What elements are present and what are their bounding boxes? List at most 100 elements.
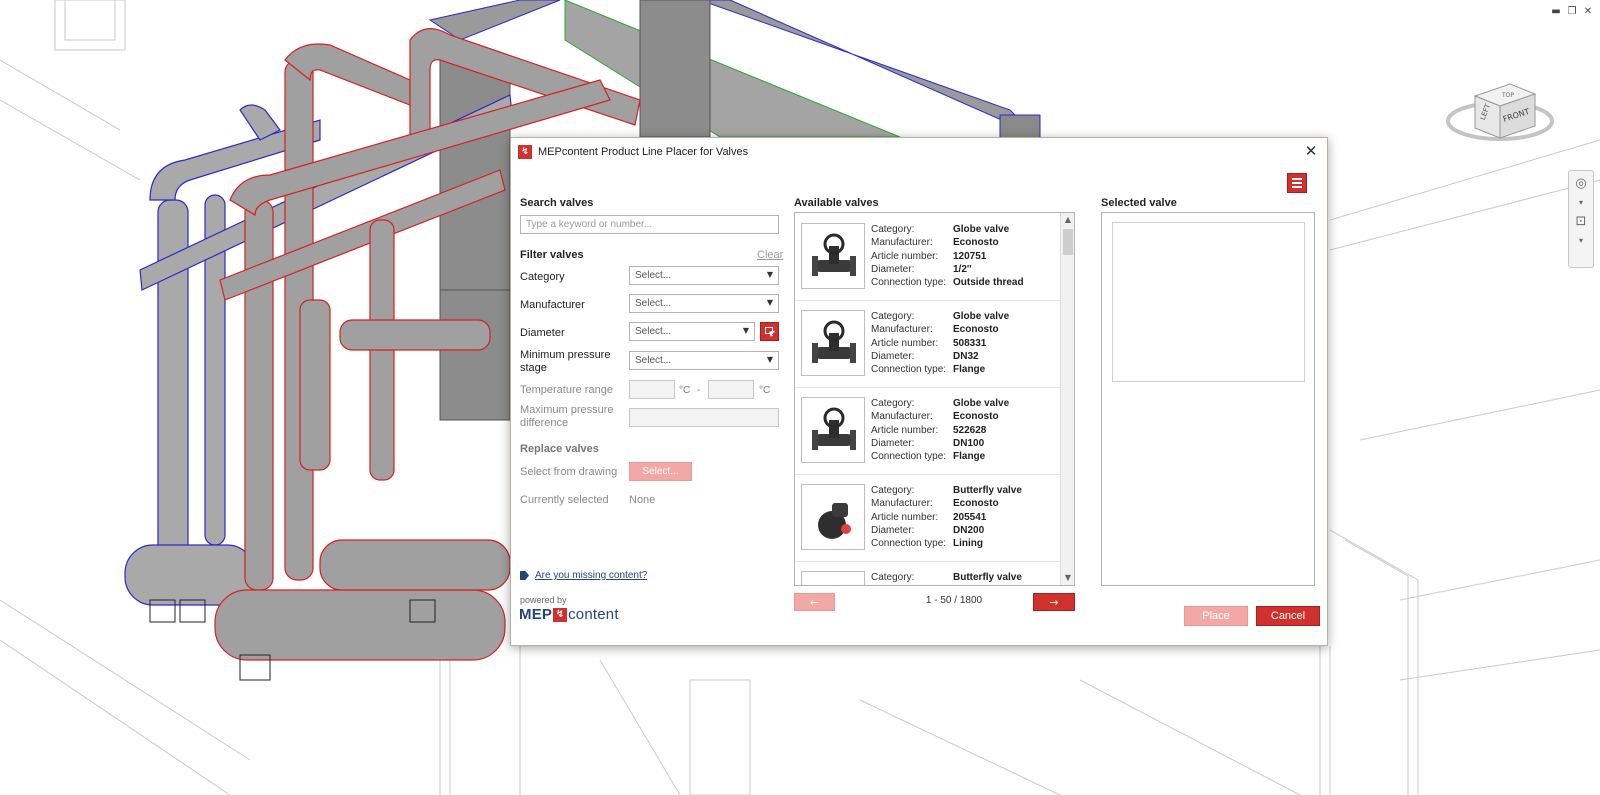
valve-diameter-row: Diameter: DN32 bbox=[871, 350, 1009, 363]
selected-valve-panel bbox=[1101, 212, 1315, 586]
valve-field-label: Diameter: bbox=[871, 437, 915, 449]
category-select[interactable]: Select... ▼ bbox=[629, 266, 779, 285]
list-scrollbar[interactable]: ▲ ▼ bbox=[1060, 213, 1074, 585]
temperature-label: Temperature range bbox=[520, 384, 613, 396]
temperature-min-input[interactable] bbox=[629, 380, 675, 399]
valve-list-item[interactable]: Category: Globe valve Manufacturer: Econos… bbox=[795, 387, 1061, 475]
selected-valve-heading: Selected valve bbox=[1101, 197, 1177, 209]
valve-icon bbox=[812, 407, 856, 450]
mepcontent-logo: MEP ↯ content bbox=[519, 606, 619, 623]
valve-field-label: Category: bbox=[871, 485, 915, 496]
valve-category-row: Category: Butterfly valve bbox=[871, 571, 1022, 584]
valve-field-label: Manufacturer: bbox=[871, 411, 933, 423]
max-pressure-input[interactable] bbox=[629, 408, 779, 427]
valve-icon bbox=[812, 233, 856, 276]
valve-diameter: 1/2'' bbox=[953, 263, 972, 275]
valve-category: Globe valve bbox=[953, 224, 1010, 235]
valve-article-row: Article number: 522628 bbox=[871, 424, 1009, 437]
max-pressure-label: Maximum pressure difference bbox=[520, 404, 614, 430]
valve-field-label: Article number: bbox=[871, 424, 939, 436]
hamburger-icon bbox=[1292, 178, 1302, 180]
valve-category-row: Category: Globe valve bbox=[871, 223, 1024, 236]
steering-wheel-icon[interactable]: ◎ bbox=[1569, 171, 1593, 195]
valve-field-label: Connection type: bbox=[871, 538, 947, 550]
pagination-text: 1 - 50 / 1800 bbox=[925, 595, 983, 606]
scroll-up-icon[interactable]: ▲ bbox=[1061, 213, 1074, 227]
previous-page-button[interactable]: ← bbox=[794, 593, 835, 611]
close-button[interactable]: ✕ bbox=[1301, 141, 1321, 161]
valve-field-label: Diameter: bbox=[871, 524, 915, 536]
valve-diameter: DN100 bbox=[953, 437, 985, 449]
search-heading: Search valves bbox=[520, 197, 594, 209]
chevron-down-icon: ▼ bbox=[766, 298, 773, 307]
valve-properties: Category: Butterfly valve Manufacturer: Ec… bbox=[871, 484, 1022, 550]
valve-connection-row: Connection type: Outside thread bbox=[871, 276, 1024, 289]
valve-field-label: Manufacturer: bbox=[871, 498, 933, 510]
valve-field-label: Article number: bbox=[871, 337, 939, 349]
valve-field-label: Connection type: bbox=[871, 451, 947, 463]
valve-article-row: Article number: 205541 bbox=[871, 511, 1022, 524]
next-page-button[interactable]: → bbox=[1033, 593, 1075, 611]
valve-manufacturer-row: Manufacturer: Econosto bbox=[871, 410, 1009, 423]
valve-list-item[interactable]: Category: Butterfly valve Manufacturer: Ec… bbox=[795, 474, 1061, 562]
currently-selected-value: None bbox=[629, 494, 656, 506]
tag-icon bbox=[520, 571, 529, 580]
valve-field-label: Article number: bbox=[871, 511, 939, 523]
scroll-down-icon[interactable]: ▼ bbox=[1061, 571, 1074, 585]
place-button[interactable]: Place bbox=[1184, 606, 1248, 626]
window-controls: ▬ ❐ ✕ bbox=[1550, 6, 1594, 17]
valve-field-label: Category: bbox=[871, 224, 915, 235]
valve-thumbnail bbox=[801, 484, 865, 550]
minimize-icon[interactable]: ▬ bbox=[1550, 6, 1562, 17]
zoom-icon[interactable]: ⊡ bbox=[1569, 209, 1593, 233]
valve-manufacturer-row: Manufacturer: Econosto bbox=[871, 236, 1024, 249]
valve-field-label: Manufacturer: bbox=[871, 324, 933, 336]
valve-list-item[interactable]: Category: Globe valve Manufacturer: Econos… bbox=[795, 300, 1061, 388]
select-from-drawing-label: Select from drawing bbox=[520, 466, 618, 478]
brand-text-a: MEP bbox=[519, 606, 553, 623]
valve-article: 508331 bbox=[953, 337, 987, 349]
valve-article-row: Article number: 508331 bbox=[871, 337, 1009, 350]
diameter-select[interactable]: Select... ▼ bbox=[629, 322, 755, 341]
search-input[interactable] bbox=[520, 215, 779, 234]
valve-thumbnail bbox=[801, 310, 865, 376]
cancel-button[interactable]: Cancel bbox=[1256, 606, 1320, 626]
valve-list-item[interactable]: Category:Butterfly valve Manufacturer: A… bbox=[795, 561, 1061, 585]
valve-manufacturer: Econosto bbox=[953, 237, 999, 249]
valve-icon bbox=[812, 320, 856, 363]
valve-properties: Category: Globe valve Manufacturer: Econos… bbox=[871, 310, 1009, 376]
manufacturer-label: Manufacturer bbox=[520, 299, 585, 311]
valve-diameter-row: Diameter: DN200 bbox=[871, 524, 1022, 537]
min-pressure-select-value: Select... bbox=[635, 355, 672, 366]
missing-content: Are you missing content? bbox=[520, 570, 647, 581]
valve-diameter-row: Diameter: DN100 bbox=[871, 437, 1009, 450]
menu-button[interactable] bbox=[1287, 173, 1307, 193]
chevron-down-icon[interactable]: ▾ bbox=[1569, 233, 1593, 247]
temperature-dash: - bbox=[697, 385, 701, 396]
scroll-thumb[interactable] bbox=[1063, 229, 1073, 255]
temperature-unit-max: °C bbox=[759, 385, 771, 396]
valve-field-label: Category: bbox=[871, 572, 915, 583]
valve-list-item[interactable]: Category: Globe valve Manufacturer: Econos… bbox=[795, 213, 1061, 301]
restore-icon[interactable]: ❐ bbox=[1566, 6, 1578, 17]
cursor-icon bbox=[769, 330, 776, 337]
viewcube[interactable]: LEFT FRONT TOP bbox=[1440, 66, 1560, 156]
close-window-icon[interactable]: ✕ bbox=[1582, 6, 1594, 17]
valve-properties: Category: Globe valve Manufacturer: Econos… bbox=[871, 397, 1009, 463]
manufacturer-select[interactable]: Select... ▼ bbox=[629, 294, 779, 313]
temperature-max-input[interactable] bbox=[708, 380, 754, 399]
chevron-down-icon[interactable]: ▾ bbox=[1569, 195, 1593, 209]
clear-filters-link[interactable]: Clear bbox=[757, 249, 783, 261]
chevron-down-icon: ▼ bbox=[766, 270, 773, 279]
dialog-title: MEPcontent Product Line Placer for Valve… bbox=[538, 146, 749, 158]
available-valves-list[interactable]: Category: Globe valve Manufacturer: Econos… bbox=[794, 212, 1075, 586]
hamburger-line bbox=[1292, 182, 1302, 184]
min-pressure-label: Minimum pressure stage bbox=[520, 349, 610, 375]
min-pressure-select[interactable]: Select... ▼ bbox=[629, 351, 779, 370]
dialog-titlebar[interactable]: ↯ MEPcontent Product Line Placer for Val… bbox=[511, 138, 1327, 166]
valve-manufacturer-row: Manufacturer: Econosto bbox=[871, 497, 1022, 510]
pick-diameter-button[interactable] bbox=[760, 322, 779, 341]
missing-content-link[interactable]: Are you missing content? bbox=[535, 570, 647, 581]
valve-category: Butterfly valve bbox=[953, 572, 1022, 583]
select-from-drawing-button[interactable]: Select... bbox=[629, 462, 692, 481]
